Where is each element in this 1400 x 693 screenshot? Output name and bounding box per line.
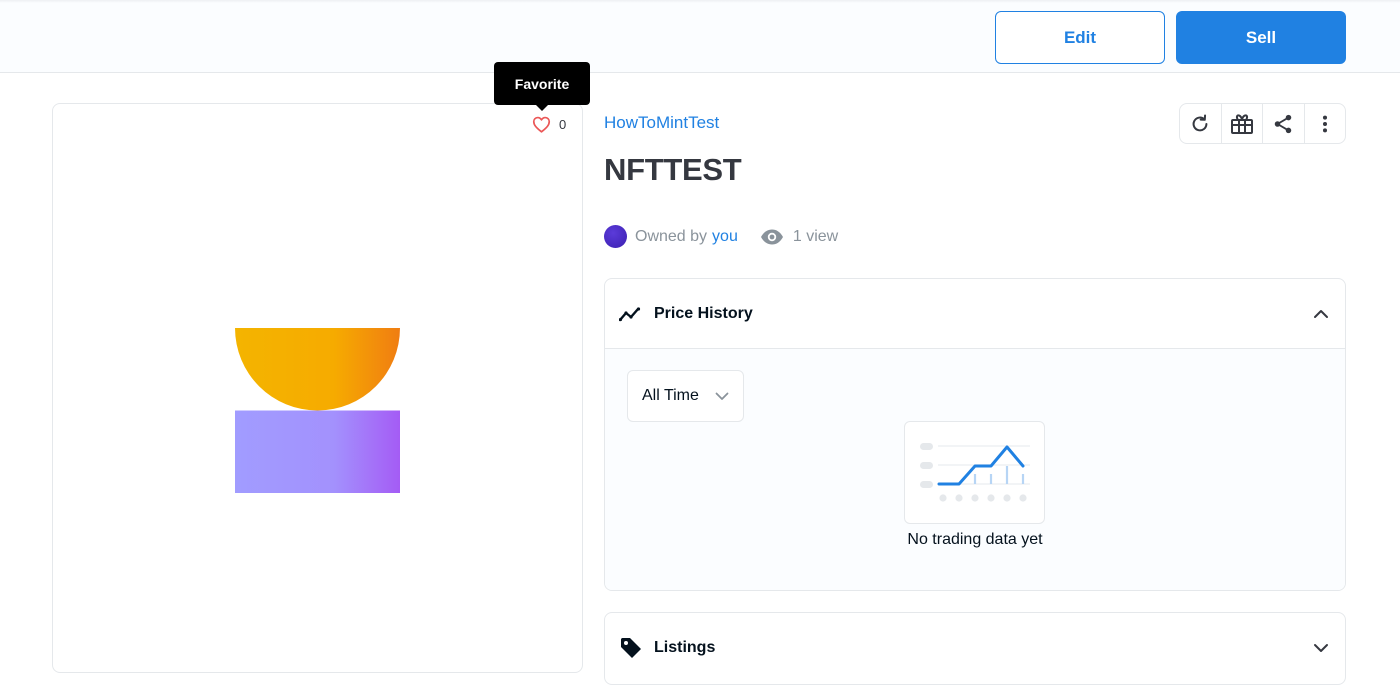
owned-by-label: Owned by [635,227,708,245]
time-range-value: All Time [642,387,699,404]
more-vertical-icon [1322,115,1327,132]
refresh-button[interactable] [1180,104,1222,143]
favorite-tooltip: Favorite [494,62,590,111]
price-history-header[interactable]: Price History [605,279,1345,348]
eye-icon [760,229,783,244]
price-history-title: Price History [654,304,753,322]
line-chart-icon [920,443,1030,502]
item-actions [1179,103,1346,144]
transfer-button[interactable] [1222,104,1263,143]
view-count: 1 view [760,228,838,246]
artwork-half-circle [235,328,400,411]
empty-state-text: No trading data yet [605,531,1345,549]
sell-button[interactable]: Sell [1176,11,1346,64]
collection-link[interactable]: HowToMintTest [604,113,719,133]
tag-icon [621,637,641,658]
edit-button[interactable]: Edit [995,11,1165,64]
favorite-button[interactable]: 0 [532,116,566,133]
view-count-label: 1 view [792,227,839,245]
chevron-down-icon [715,392,729,400]
owner-avatar[interactable] [604,225,627,248]
owner-link[interactable]: you [712,228,738,246]
listings-title: Listings [654,638,716,656]
empty-chart-illustration [904,421,1045,524]
more-options-button[interactable] [1305,104,1346,143]
nft-artwork [235,328,400,493]
artwork-rectangle [235,410,400,493]
price-history-body: All Time No trading data yet [605,348,1345,590]
price-history-panel: Price History All Time No trading data y… [604,278,1346,591]
top-bar: Edit Sell [0,0,1400,73]
trending-icon [619,306,641,321]
listings-header[interactable]: Listings [605,613,1345,682]
listings-panel: Listings [604,612,1346,685]
owner-row: Owned by you 1 view [604,225,838,248]
refresh-icon [1192,114,1208,131]
chevron-down-icon [1314,643,1328,652]
share-icon [1275,114,1292,133]
share-button[interactable] [1263,104,1305,143]
heart-icon [532,116,551,133]
item-title: NFTTEST [604,152,742,187]
favorite-count: 0 [559,117,567,132]
chevron-up-icon [1314,309,1328,318]
time-range-select[interactable]: All Time [627,370,744,422]
empty-state-label: No trading data yet [907,531,1043,548]
gift-icon [1230,113,1253,134]
